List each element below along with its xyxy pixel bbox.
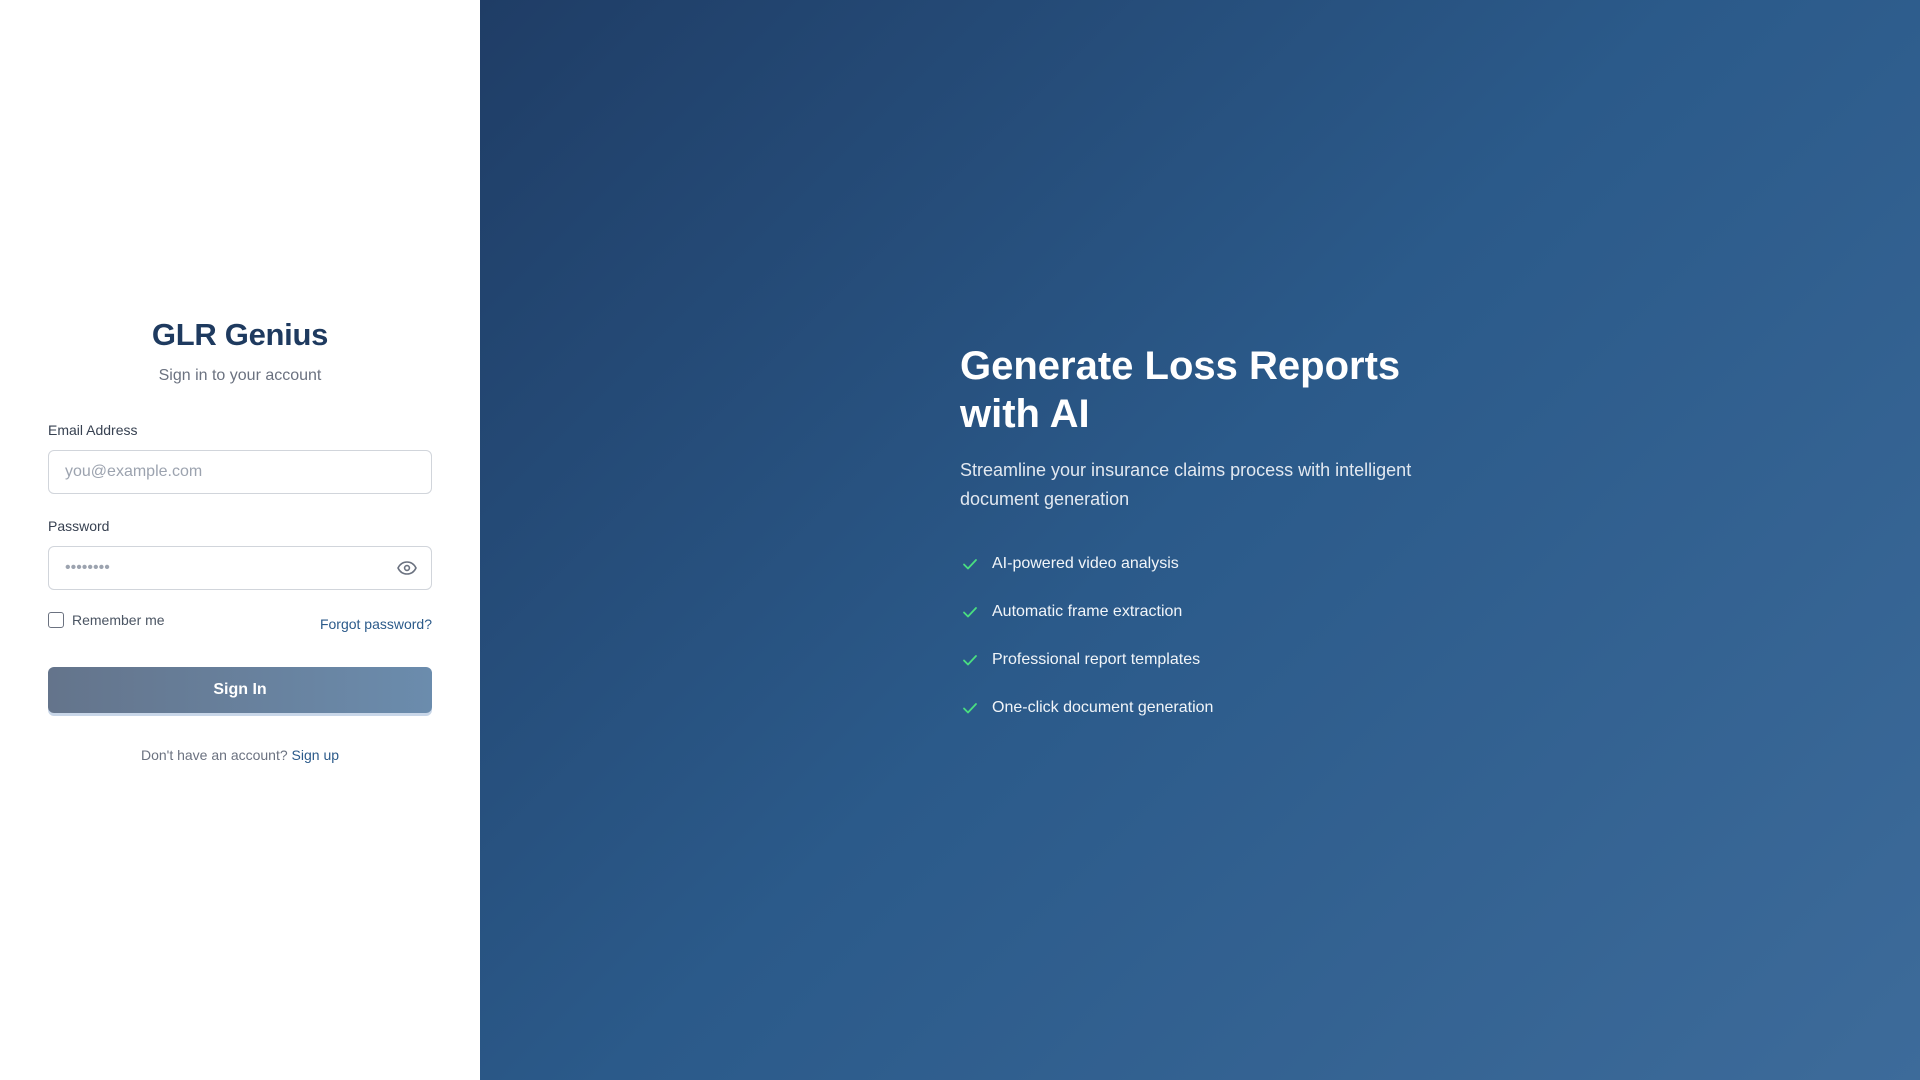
remember-me[interactable]: Remember me xyxy=(48,612,165,628)
remember-me-label: Remember me xyxy=(72,612,165,628)
feature-item: Automatic frame extraction xyxy=(960,602,1440,622)
email-field-group: Email Address xyxy=(48,422,432,494)
check-icon xyxy=(960,602,980,622)
password-input-wrap xyxy=(48,546,432,590)
password-field-group: Password xyxy=(48,518,432,590)
check-icon xyxy=(960,698,980,718)
eye-icon xyxy=(397,561,417,575)
app-title: GLR Genius xyxy=(151,317,329,352)
login-page: GLR Genius Sign in to your account Email… xyxy=(0,0,1920,1080)
feature-label: AI-powered video analysis xyxy=(992,555,1179,572)
signup-prompt: Don't have an account? xyxy=(140,747,288,763)
forgot-password-link[interactable]: Forgot password? xyxy=(320,616,432,632)
login-card: GLR Genius Sign in to your account Email… xyxy=(48,317,432,763)
email-label: Email Address xyxy=(48,422,138,438)
feature-list: AI-powered video analysis Automatic fram… xyxy=(960,554,1440,718)
login-panel: GLR Genius Sign in to your account Email… xyxy=(0,0,480,1080)
login-options-row: Remember me Forgot password? xyxy=(48,612,432,632)
signup-prompt-row: Don't have an account? Sign up xyxy=(48,747,432,763)
feature-item: AI-powered video analysis xyxy=(960,554,1440,574)
remember-me-checkbox[interactable] xyxy=(48,612,64,628)
sign-in-button[interactable]: Sign In xyxy=(48,667,432,713)
feature-label: One-click document generation xyxy=(992,699,1214,716)
feature-label: Professional report templates xyxy=(992,651,1201,668)
hero-panel: Generate Loss Reports with AI Streamline… xyxy=(480,0,1920,1080)
check-icon xyxy=(960,554,980,574)
hero-description: Streamline your insurance claims process… xyxy=(960,460,1412,509)
email-input[interactable] xyxy=(48,450,432,494)
login-subtitle: Sign in to your account xyxy=(158,367,322,384)
login-form: Email Address Password xyxy=(48,422,432,713)
hero-content: Generate Loss Reports with AI Streamline… xyxy=(960,342,1440,718)
feature-item: One-click document generation xyxy=(960,698,1440,718)
feature-label: Automatic frame extraction xyxy=(992,603,1183,620)
toggle-password-button[interactable] xyxy=(396,558,418,578)
feature-item: Professional report templates xyxy=(960,650,1440,670)
password-label: Password xyxy=(48,518,110,534)
hero-title: Generate Loss Reports with AI xyxy=(960,344,1401,436)
password-input[interactable] xyxy=(48,546,432,590)
check-icon xyxy=(960,650,980,670)
sign-up-link[interactable]: Sign up xyxy=(292,747,339,763)
